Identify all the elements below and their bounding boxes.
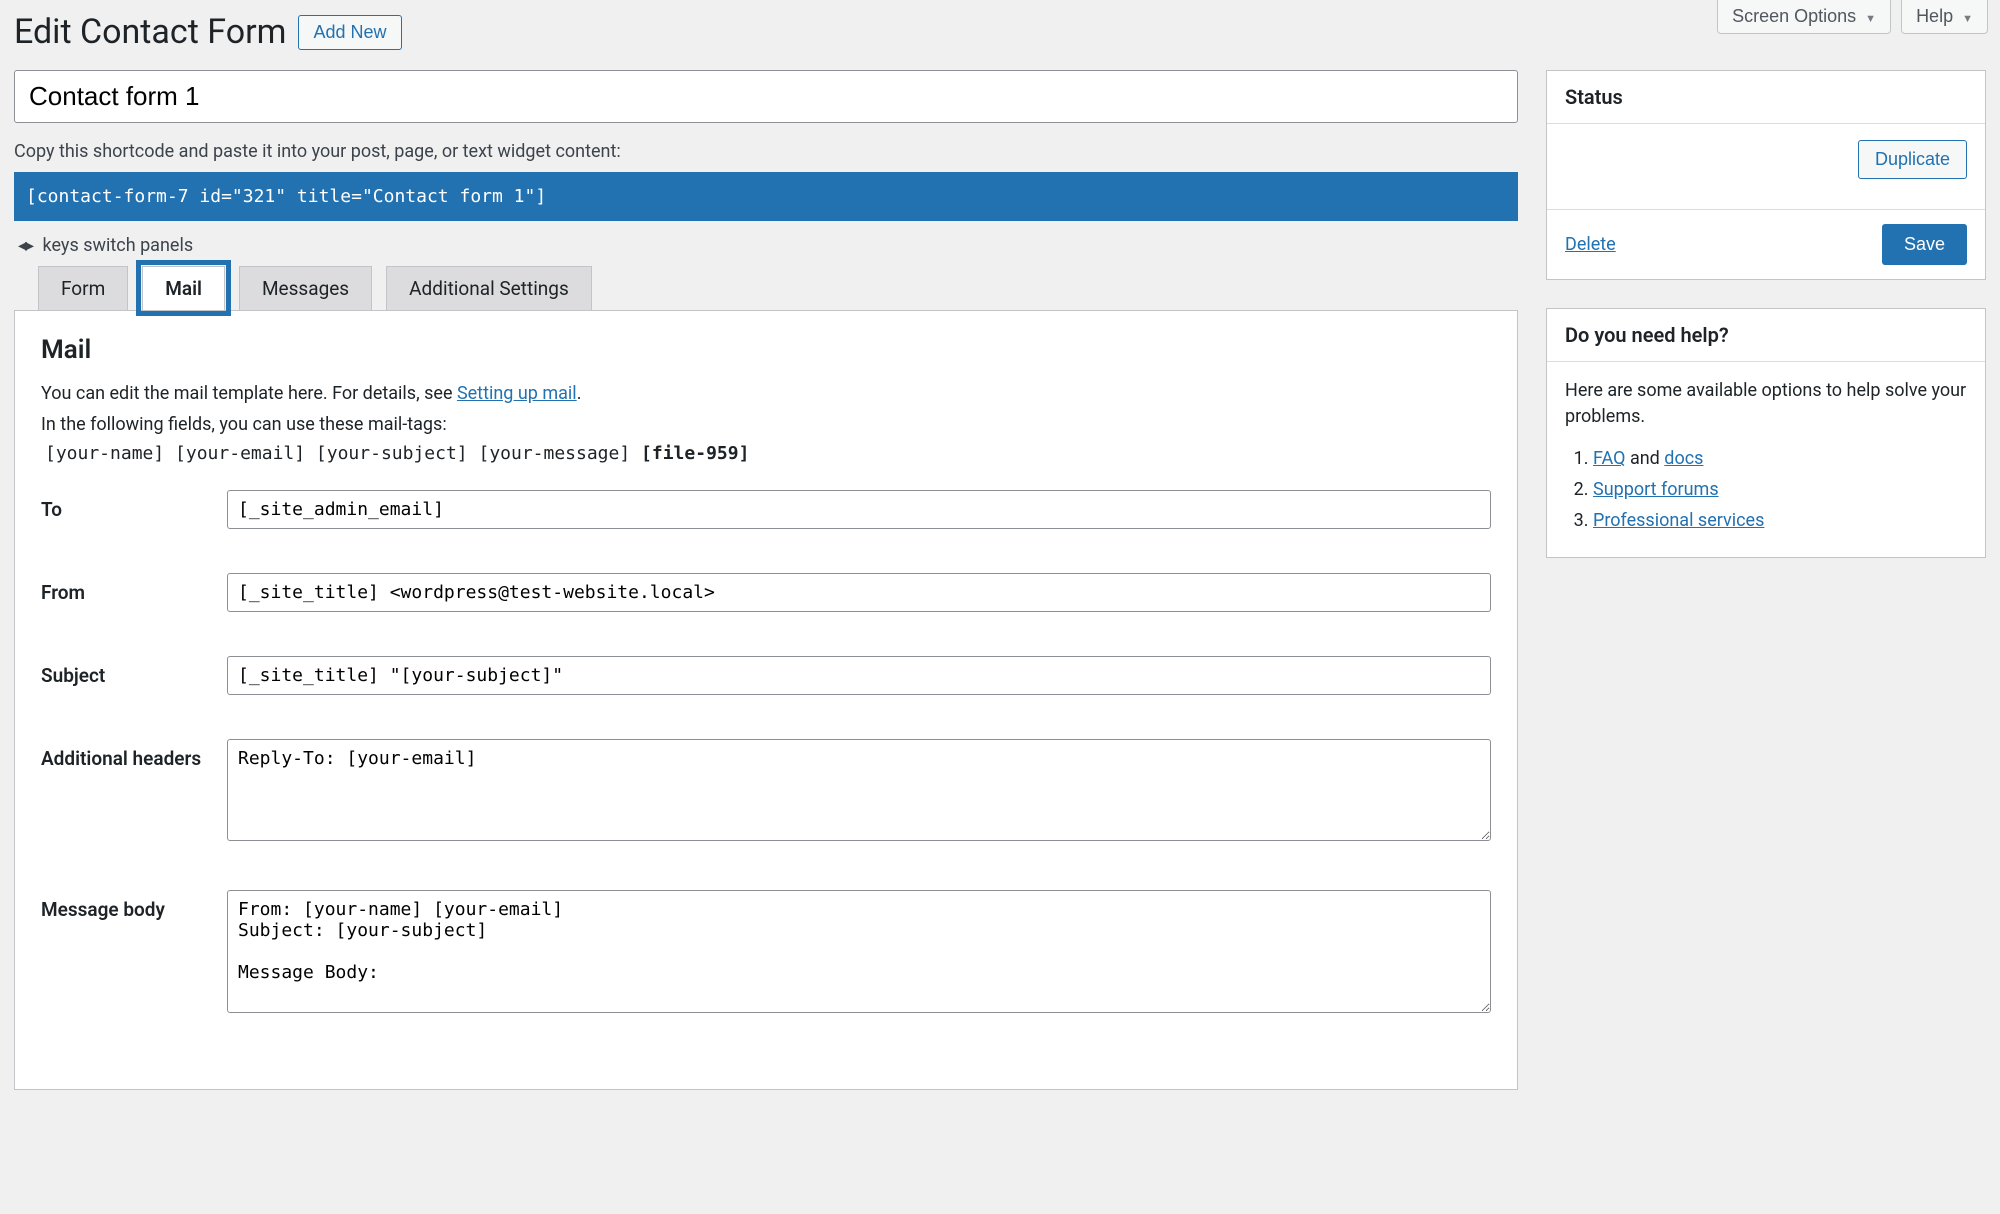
mail-tags-list: [your-name] [your-email] [your-subject] … (45, 443, 1491, 464)
status-box: Status Duplicate Delete Save (1546, 70, 1986, 280)
input-subject[interactable] (227, 656, 1491, 695)
help-item-faq: FAQ and docs (1593, 448, 1967, 469)
label-subject: Subject (41, 656, 227, 687)
help-heading: Do you need help? (1547, 309, 1985, 362)
help-and-text: and (1625, 448, 1664, 469)
shortcode-box[interactable]: [contact-form-7 id="321" title="Contact … (14, 172, 1518, 221)
shortcode-instruction: Copy this shortcode and paste it into yo… (14, 141, 1518, 162)
save-button[interactable]: Save (1882, 224, 1967, 265)
label-from: From (41, 573, 227, 604)
input-to[interactable] (227, 490, 1491, 529)
help-intro: Here are some available options to help … (1565, 378, 1967, 430)
help-item-pro: Professional services (1593, 510, 1967, 531)
arrow-left-right-icon: ◂▸ (18, 235, 32, 256)
mail-tags-instruction: In the following fields, you can use the… (41, 412, 1491, 437)
status-heading: Status (1547, 71, 1985, 124)
page-title: Edit Contact Form (14, 12, 286, 52)
mail-desc-pre: You can edit the mail template here. For… (41, 383, 457, 404)
input-from[interactable] (227, 573, 1491, 612)
mail-tags-bold: [file-959] (641, 443, 749, 464)
help-item-forums: Support forums (1593, 479, 1967, 500)
help-button[interactable]: Help ▼ (1901, 0, 1988, 34)
keys-hint: ◂▸ keys switch panels (18, 235, 1518, 256)
mail-panel: Mail You can edit the mail template here… (14, 310, 1518, 1090)
mail-desc-post: . (577, 383, 582, 404)
docs-link[interactable]: docs (1664, 448, 1703, 469)
screen-options-label: Screen Options (1732, 6, 1856, 26)
mail-description: You can edit the mail template here. For… (41, 381, 1491, 406)
form-title-input[interactable] (14, 70, 1518, 123)
help-label: Help (1916, 6, 1953, 26)
add-new-button[interactable]: Add New (298, 15, 401, 50)
label-to: To (41, 490, 227, 521)
input-message-body[interactable] (227, 890, 1491, 1013)
keys-hint-text: keys switch panels (43, 235, 194, 256)
input-additional-headers[interactable] (227, 739, 1491, 841)
tab-messages[interactable]: Messages (239, 266, 372, 310)
support-forums-link[interactable]: Support forums (1593, 479, 1719, 500)
professional-services-link[interactable]: Professional services (1593, 510, 1764, 531)
chevron-down-icon: ▼ (1865, 13, 1876, 25)
mail-heading: Mail (41, 335, 1491, 365)
faq-link[interactable]: FAQ (1593, 448, 1625, 469)
delete-link[interactable]: Delete (1565, 234, 1616, 255)
mail-tags-plain: [your-name] [your-email] [your-subject] … (45, 443, 630, 464)
setting-up-mail-link[interactable]: Setting up mail (457, 383, 577, 404)
label-message-body: Message body (41, 890, 227, 921)
label-additional-headers: Additional headers (41, 739, 227, 770)
tab-additional-settings[interactable]: Additional Settings (386, 266, 592, 310)
chevron-down-icon: ▼ (1962, 13, 1973, 25)
screen-options-button[interactable]: Screen Options ▼ (1717, 0, 1891, 34)
tab-mail[interactable]: Mail (142, 266, 225, 310)
help-box: Do you need help? Here are some availabl… (1546, 308, 1986, 558)
duplicate-button[interactable]: Duplicate (1858, 140, 1967, 179)
tab-form[interactable]: Form (38, 266, 128, 310)
